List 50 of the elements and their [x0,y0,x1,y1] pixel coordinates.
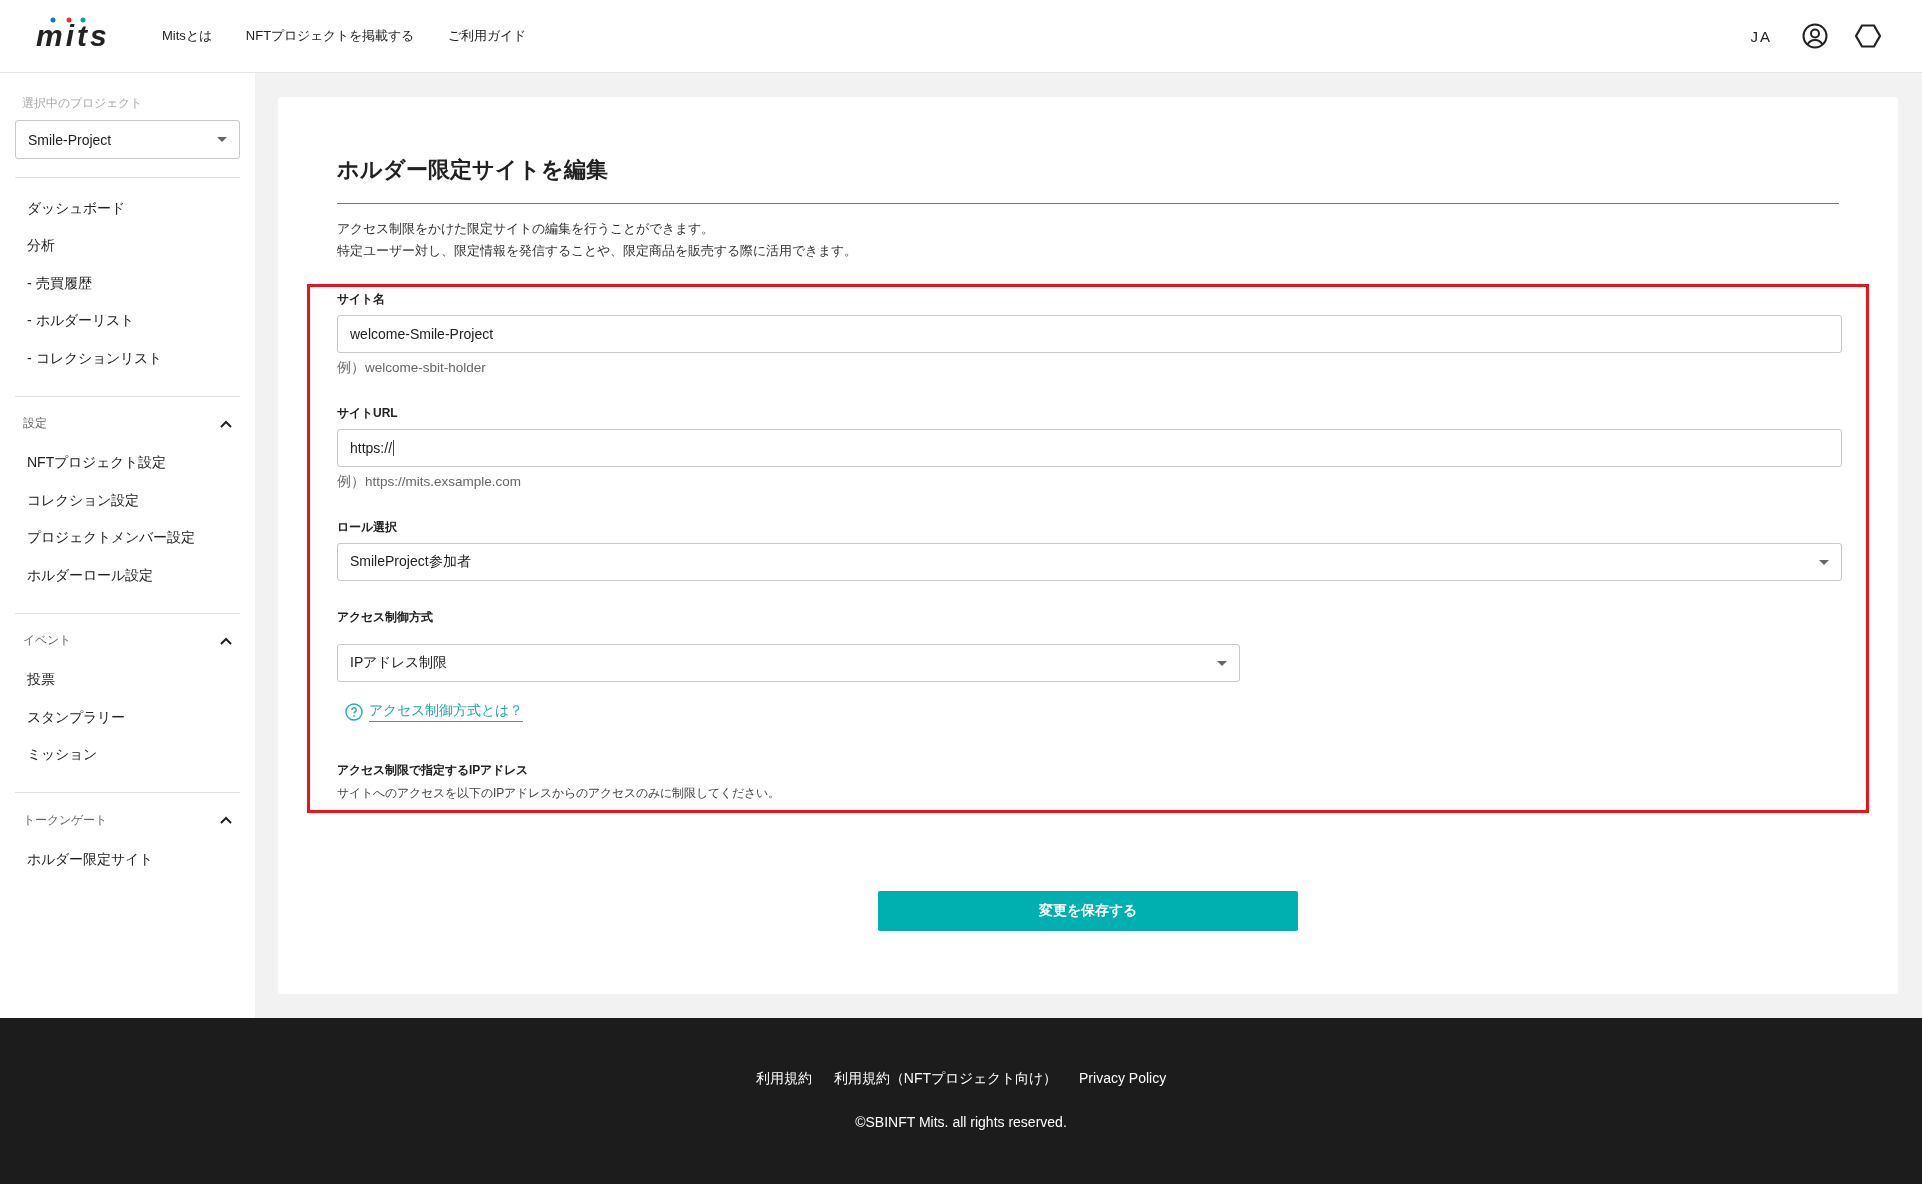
sidebar-item[interactable]: ホルダーロール設定 [15,557,165,595]
logo[interactable]: mits [36,19,110,53]
project-label: 選択中のプロジェクト [22,95,143,112]
field-hint: 例）welcome-sbit-holder [337,359,487,377]
sidebar-item[interactable]: ダッシュボード [15,190,137,228]
hexagon-icon[interactable] [1854,23,1882,49]
sidebar-item[interactable]: スタンプラリー [15,699,137,737]
dropdown-caret-icon [1819,559,1829,565]
section-title: アクセス制限で指定するIPアドレス [337,762,530,779]
sidebar-item[interactable]: 分析 [15,227,67,265]
sidebar-item[interactable]: プロジェクトメンバー設定 [15,519,207,557]
select-field[interactable]: SmileProject参加者 [337,543,1842,581]
chevron-icon[interactable] [220,636,232,645]
sidebar-item[interactable]: ミッション [15,736,109,774]
footer-link[interactable]: 利用規約（NFTプロジェクト向け） [833,1070,1058,1088]
sidebar-item[interactable]: - 売買履歴 [15,265,104,303]
chevron-icon[interactable] [220,419,232,428]
help-icon [345,703,363,721]
footer-link[interactable]: Privacy Policy [1079,1070,1167,1088]
nav-link[interactable]: Mitsとは [162,27,212,45]
field-label: サイトURL [337,405,399,422]
sidebar-group-title: イベント [23,632,71,649]
nav-link[interactable]: ご利用ガイド [448,27,527,45]
sidebar-group-title: トークンゲート [23,811,107,829]
sidebar-item[interactable]: 投票 [15,661,67,699]
field-label: ロール選択 [337,519,398,536]
sidebar-item[interactable]: - コレクションリスト [15,340,174,378]
project-select[interactable]: Smile-Project [15,120,240,159]
copyright: ©SBINFT Mits. all rights reserved. [855,1114,1067,1130]
user-icon[interactable] [1802,23,1828,49]
field-label: サイト名 [337,291,386,308]
dropdown-caret-icon [1217,660,1227,666]
section-note: サイトへのアクセスを以下のIPアドレスからのアクセスのみに制限してください。 [337,785,782,802]
sidebar-item[interactable]: - ホルダーリスト [15,302,146,340]
field-hint: 例）https://mits.exsample.com [337,473,523,491]
sidebar-item[interactable]: ホルダー限定サイト [15,841,165,879]
sidebar-group-title: 設定 [23,415,47,432]
sidebar-item[interactable]: NFTプロジェクト設定 [15,444,179,482]
page-title: ホルダー限定サイトを編集 [337,156,609,184]
footer-link[interactable]: 利用規約 [755,1070,812,1088]
nav-link[interactable]: NFTプロジェクトを掲載する [245,27,415,45]
input-field[interactable]: https:// [337,429,1842,467]
field-label: アクセス制御方式 [337,609,434,626]
dropdown-caret-icon [217,137,227,142]
page-description: アクセス制限をかけた限定サイトの編集を行うことができます。 特定ユーザー対し、限定情報を発信することや、限定商品を販売する際に活用できます。 [337,220,858,260]
language-button[interactable]: JA [1750,27,1772,45]
sidebar-item[interactable]: コレクション設定 [15,482,151,520]
chevron-icon[interactable] [220,816,232,824]
select-field[interactable]: IPアドレス制限 [337,644,1240,682]
input-field[interactable]: welcome-Smile-Project [337,315,1842,353]
